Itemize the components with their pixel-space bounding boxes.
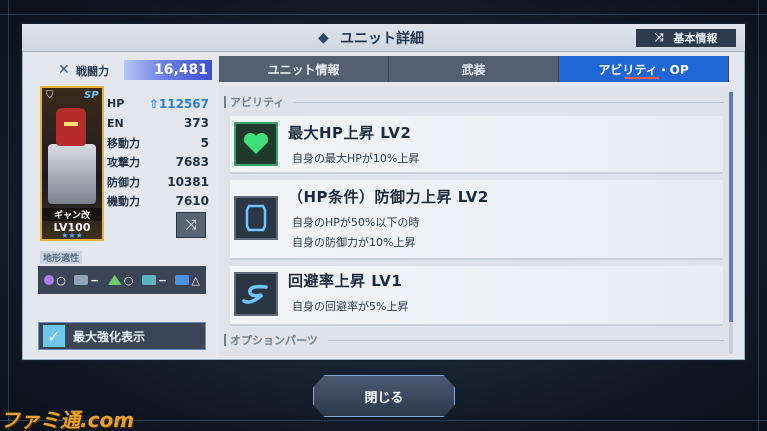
ground-icon [107,275,122,285]
scrollbar[interactable] [729,92,733,354]
stat-row: 機動力 7610 [107,192,209,212]
ability-desc: 自身の防御力が10%上昇 [292,236,416,249]
stats-list: HP ⇧112567 EN 373 移動力 5 攻撃力 7683 防御力 10381 機動… [107,94,209,211]
watermark-logo: ファミ通.com [0,408,135,431]
air-icon [74,275,89,285]
terrain-adaptability: ○ − ○ − △ [38,266,206,294]
section-bar [224,96,226,108]
underwater-icon [175,275,190,285]
ability-desc: 自身のHPが50%以下の時 [292,216,420,229]
section-title: オプションパーツ [230,334,318,347]
terrain-ground: ○ [107,273,134,287]
section-divider [327,339,724,341]
tab-abilities-op[interactable]: アビリティ・OP [559,56,729,82]
crossed-swords-icon: ✕ [58,62,70,78]
unit-portrait-head [56,108,86,146]
unit-card[interactable]: ⛉ SP ギャン改 LV100 ★★★ [40,86,104,241]
section-bar [224,334,226,346]
terrain-water: − [141,273,167,287]
unit-stars: ★★★ [61,231,83,240]
stat-row: 移動力 5 [107,133,209,153]
stat-value-text: 112567 [158,96,209,111]
evasion-icon [234,272,278,316]
check-icon: ✓ [43,325,65,347]
power-label: 戦闘力 [76,65,109,78]
ability-item[interactable]: 最大HP上昇 LV2 自身の最大HPが10%上昇 [230,116,723,174]
swap-icon: ⤨ [185,217,197,233]
terrain-rank: − [90,273,100,287]
max-enhance-label: 最大強化表示 [73,329,146,344]
ability-item[interactable]: （HP条件）防御力上昇 LV2 自身のHPが50%以下の時 自身の防御力が10%… [230,180,723,260]
tab-bar: ユニット情報 武装 アビリティ・OP [219,56,729,82]
stat-label: 機動力 [107,195,140,209]
stat-label: HP [107,97,125,111]
stat-label: EN [107,116,124,130]
water-icon [141,275,156,285]
stat-value: 7683 [175,155,209,170]
terrain-underwater: △ [175,273,200,287]
stat-label: 移動力 [107,136,140,150]
stat-value: 5 [200,135,209,150]
stat-label: 攻撃力 [107,156,140,170]
ability-title: （HP条件）防御力上昇 LV2 [288,188,489,206]
unit-name: ギャン改 [42,208,102,221]
background-line [758,0,759,431]
space-icon [44,275,55,285]
stat-row: 防御力 10381 [107,172,209,192]
abilities-section-header: アビリティ [224,94,724,110]
stat-row: EN 373 [107,114,209,134]
page-title: ◆ ユニット詳細 [318,28,424,48]
background-line [0,14,767,15]
ability-item[interactable]: 回避率上昇 LV1 自身の回避率が5%上昇 [230,266,723,326]
terrain-rank: △ [191,273,200,287]
background-line [8,0,9,431]
terrain-space: ○ [44,274,66,287]
terrain-rank: − [157,273,167,287]
section-divider [294,101,724,103]
stat-value: 10381 [167,174,209,189]
type-shield-icon: ⛉ [46,90,54,101]
stat-value: ⇧112567 [149,97,209,111]
heart-icon [234,122,278,166]
shuffle-icon: ⤨ [654,31,664,44]
tab-unit-info[interactable]: ユニット情報 [219,56,389,82]
boost-arrow-icon: ⇧ [148,96,159,111]
section-title: アビリティ [230,96,285,109]
stat-row: 攻撃力 7683 [107,153,209,173]
sp-badge: SP [84,90,99,101]
unit-portrait-body [48,144,96,204]
scrollbar-thumb[interactable] [729,92,733,322]
ability-title: 回避率上昇 LV1 [288,272,403,290]
power-value: 16,481 [124,60,212,80]
close-button[interactable]: 閉じる [313,375,455,417]
options-section-header: オプションパーツ [224,332,724,348]
swap-unit-button[interactable]: ⤨ [176,212,206,238]
terrain-air: − [74,274,99,287]
tab-weapons[interactable]: 武装 [389,56,559,82]
ability-desc: 自身の回避率が5%上昇 [292,300,409,313]
terrain-rank: ○ [56,273,66,287]
stat-label: 防御力 [107,175,140,189]
terrain-label: 地形適性 [40,251,83,264]
terrain-rank: ○ [123,273,134,287]
max-enhance-toggle[interactable]: ✓ 最大強化表示 [38,322,206,350]
stat-row: HP ⇧112567 [107,94,209,114]
unit-icon: ◆ [318,30,329,46]
page-title-text: ユニット詳細 [340,31,424,47]
ability-desc: 自身の最大HPが10%上昇 [292,152,420,165]
basic-info-label: 基本情報 [673,32,718,45]
stat-value: 373 [183,116,209,131]
unit-portrait-eye [64,122,78,126]
shield-icon [234,196,278,240]
ability-title: 最大HP上昇 LV2 [288,124,412,142]
stat-value: 7610 [175,194,209,209]
basic-info-button[interactable]: ⤨ 基本情報 [636,29,736,47]
